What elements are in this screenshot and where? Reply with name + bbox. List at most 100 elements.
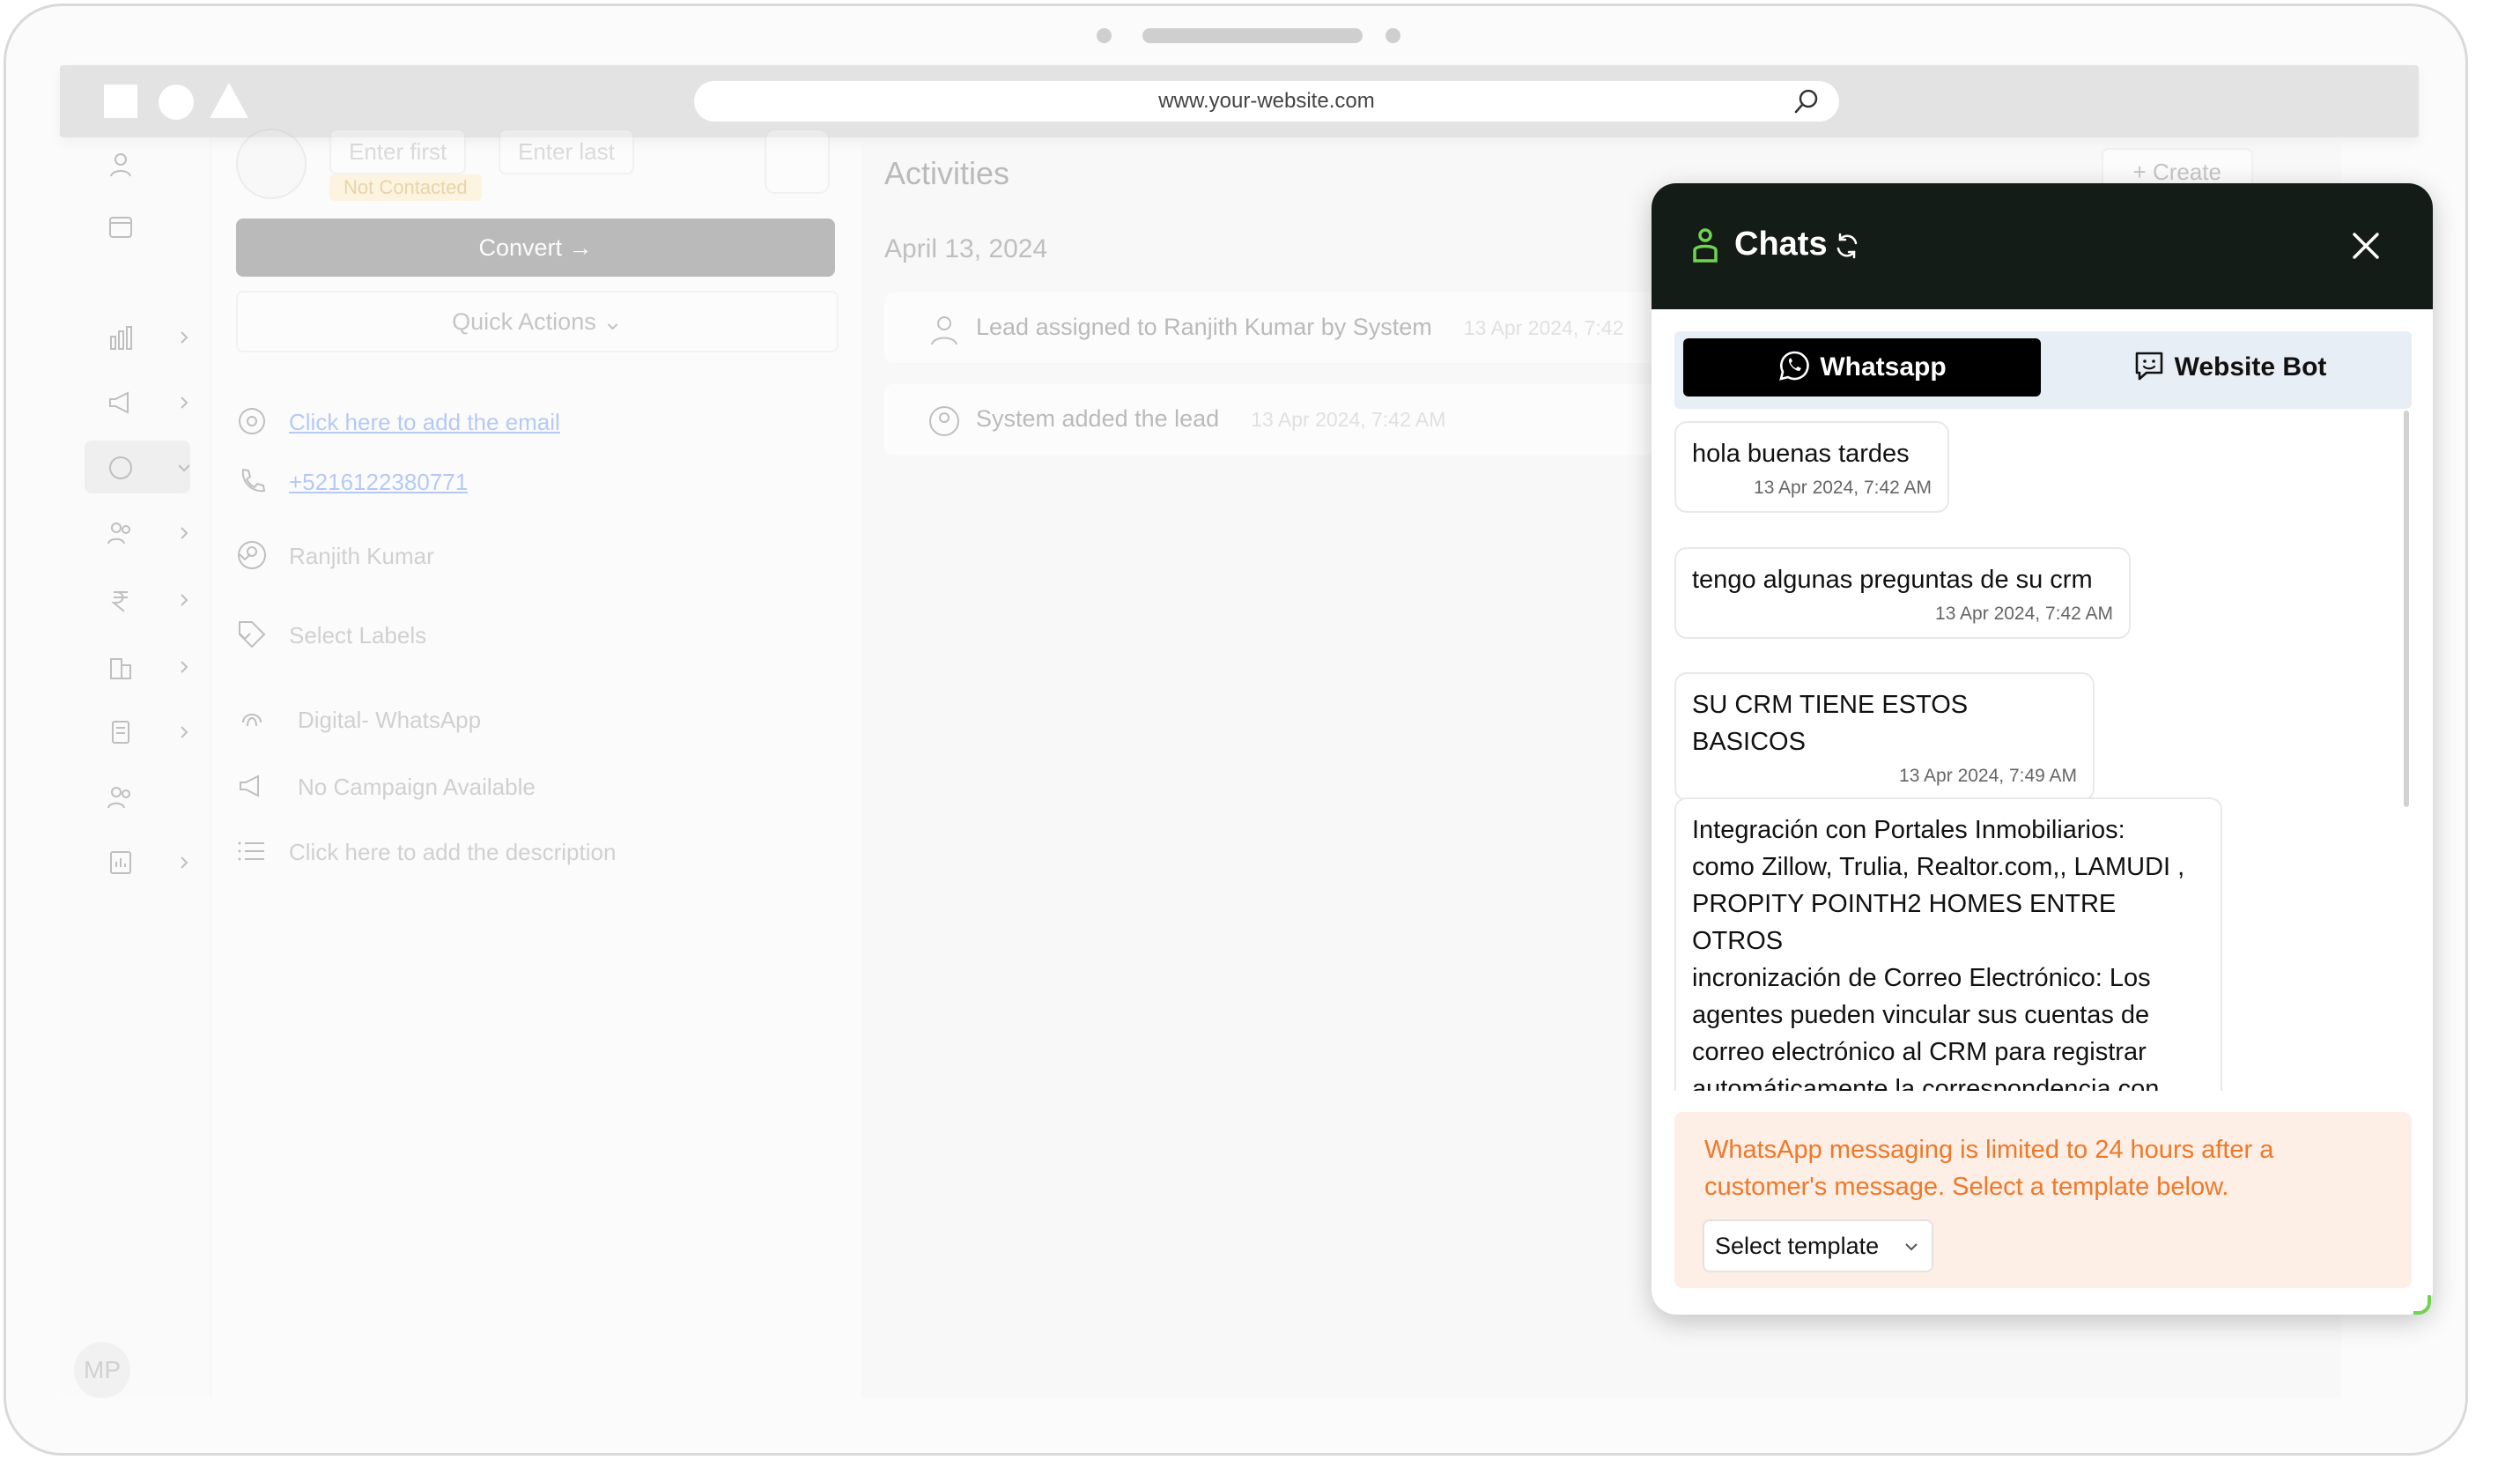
activity-time: 13 Apr 2024, 7:42 AM — [1251, 408, 1446, 431]
description-row[interactable]: Click here to add the description — [236, 830, 835, 874]
message-list[interactable]: hola buenas tardes 13 Apr 2024, 7:42 AM … — [1674, 421, 2412, 1091]
assignee-name: Ranjith Kumar — [289, 543, 434, 569]
message-time: 13 Apr 2024, 7:49 AM — [1899, 766, 2077, 786]
triangle-icon — [210, 83, 248, 118]
chat-bot-icon — [2135, 352, 2162, 381]
chevron-down-icon — [239, 633, 251, 641]
select-template-label: Select template — [1715, 1233, 1880, 1259]
add-email-link[interactable]: Click here to add the email — [289, 409, 560, 436]
sidebar-item-reports[interactable] — [85, 835, 190, 888]
chat-panel: Chats Whatsapp Website Bot hola buenas t… — [1652, 183, 2433, 1315]
building-icon — [110, 658, 131, 679]
date-header: April 13, 2024 — [884, 234, 1048, 263]
user-icon — [931, 316, 957, 345]
circle-icon — [159, 85, 194, 120]
sidebar-item-leads[interactable] — [85, 441, 190, 493]
status-badge: Not Contacted — [329, 174, 482, 201]
source-row: Digital- WhatsApp — [236, 698, 835, 742]
message-text: SU CRM TIENE ESTOS BASICOS — [1692, 691, 1969, 756]
activity-text: Lead assigned to Ranjith Kumar by System — [976, 314, 1432, 340]
phone-row: +5216122380771 — [236, 460, 835, 504]
convert-label: Convert — [478, 234, 563, 261]
sidebar-item-analytics[interactable] — [85, 310, 190, 363]
scrollbar[interactable] — [2404, 411, 2409, 807]
refresh-icon[interactable] — [1833, 232, 1861, 260]
message-time: 13 Apr 2024, 7:42 AM — [1754, 478, 1932, 498]
assignee-row[interactable]: Ranjith Kumar — [236, 534, 835, 578]
message-text: Integración con Portales Inmobiliarios: … — [1692, 816, 2185, 1091]
user-icon — [110, 153, 131, 177]
chevron-right-icon — [181, 661, 188, 673]
sidebar-item-contacts[interactable] — [85, 770, 190, 823]
sidebar-item-calendar[interactable] — [85, 199, 190, 252]
url-text: www.your-website.com — [1158, 89, 1375, 113]
campaign-row: No Campaign Available — [236, 765, 835, 809]
message-bubble: SU CRM TIENE ESTOS BASICOS 13 Apr 2024, … — [1674, 672, 2095, 801]
sidebar-item-finance[interactable] — [85, 573, 190, 626]
user-circle-icon — [929, 406, 959, 436]
chat-tabs: Whatsapp Website Bot — [1674, 331, 2412, 409]
select-template-dropdown[interactable]: Select template — [1703, 1219, 1933, 1272]
chevron-right-icon — [181, 594, 188, 606]
lead-details: Enter first Enter last Not Contacted Con… — [236, 129, 853, 1397]
sidebar-item-documents[interactable] — [85, 705, 190, 758]
message-text: hola buenas tardes — [1692, 440, 1910, 468]
close-icon[interactable] — [2347, 227, 2384, 264]
chevron-right-icon — [181, 331, 188, 344]
message-text: tengo algunas preguntas de su crm — [1692, 566, 2093, 594]
messaging-limit-notice: WhatsApp messaging is limited to 24 hour… — [1674, 1112, 2412, 1288]
chevron-down-icon — [239, 553, 251, 561]
sidebar-item-team[interactable] — [85, 506, 190, 559]
document-icon — [112, 721, 129, 744]
convert-button[interactable]: Convert → — [236, 219, 835, 277]
person-icon — [1693, 228, 1718, 263]
chevron-right-icon — [181, 396, 188, 409]
chat-title: Chats — [1734, 226, 1828, 263]
user-avatar[interactable]: MP — [74, 1342, 130, 1398]
megaphone-icon — [109, 391, 129, 414]
description-placeholder: Click here to add the description — [289, 839, 617, 865]
report-icon — [110, 851, 131, 874]
camera-dot — [1097, 28, 1112, 43]
quick-actions-label: Quick Actions — [452, 308, 596, 335]
activity-text: System added the lead — [976, 405, 1220, 432]
message-bubble: hola buenas tardes 13 Apr 2024, 7:42 AM — [1674, 421, 1949, 513]
sidebar-item-campaigns[interactable] — [85, 375, 190, 428]
chevron-right-icon — [181, 726, 188, 738]
search-icon[interactable] — [1793, 88, 1820, 115]
lead-avatar — [236, 129, 307, 199]
email-row: Click here to add the email — [236, 400, 835, 444]
chevron-down-icon — [1905, 1243, 1918, 1251]
fingerprint-icon — [242, 714, 262, 727]
chevron-right-icon — [181, 527, 188, 539]
activities-title: Activities — [884, 155, 1010, 191]
tab-website-bot-label: Website Bot — [2174, 352, 2327, 382]
list-icon — [238, 841, 264, 861]
labels-row[interactable]: Select Labels — [236, 613, 835, 657]
square-icon — [104, 85, 137, 118]
tab-website-bot[interactable]: Website Bot — [2053, 338, 2405, 396]
phone-icon — [241, 468, 266, 493]
whatsapp-button[interactable] — [765, 129, 830, 194]
tab-whatsapp[interactable]: Whatsapp — [1683, 338, 2041, 396]
message-bubble: tengo algunas preguntas de su crm 13 Apr… — [1674, 547, 2131, 639]
notice-text: WhatsApp messaging is limited to 24 hour… — [1704, 1136, 2274, 1201]
sidebar-item-properties[interactable] — [85, 640, 190, 693]
campaign-text: No Campaign Available — [298, 774, 536, 800]
activity-time: 13 Apr 2024, 7:42 — [1463, 316, 1624, 339]
browser-toolbar: www.your-website.com — [60, 65, 2419, 137]
tab-whatsapp-label: Whatsapp — [1820, 352, 1947, 382]
chevron-right-icon — [181, 856, 188, 869]
labels-select: Select Labels — [289, 622, 427, 648]
sidebar-item-profile[interactable] — [85, 137, 190, 190]
phone-link[interactable]: +5216122380771 — [289, 469, 468, 496]
last-name-input[interactable]: Enter last — [499, 129, 634, 174]
source-text: Digital- WhatsApp — [298, 707, 482, 733]
first-name-input[interactable]: Enter first — [329, 129, 467, 174]
users-icon — [107, 787, 130, 809]
address-bar[interactable]: www.your-website.com — [694, 81, 1839, 122]
sensor-dot — [1386, 28, 1400, 43]
at-icon — [239, 408, 265, 434]
quick-actions-button[interactable]: Quick Actions ⌄ — [236, 291, 839, 352]
sidebar: MP — [60, 137, 211, 1398]
